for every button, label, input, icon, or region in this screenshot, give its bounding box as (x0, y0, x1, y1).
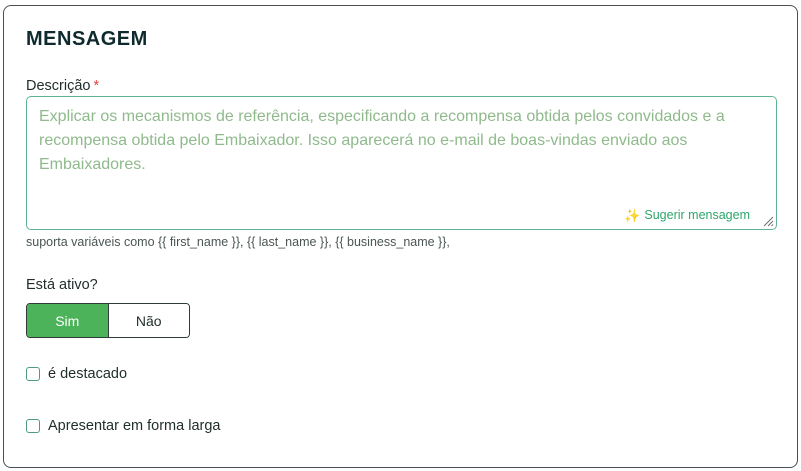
suggest-message-link[interactable]: ✨ Sugerir mensagem (624, 208, 750, 222)
sparkle-icon: ✨ (624, 207, 641, 223)
section-title: MENSAGEM (26, 28, 148, 50)
resize-handle-icon[interactable] (762, 215, 774, 227)
variables-helper-text: suporta variáveis como {{ first_name }},… (26, 235, 450, 249)
featured-checkbox[interactable] (26, 367, 40, 381)
description-label-text: Descrição (26, 78, 91, 94)
required-mark: * (93, 78, 100, 94)
active-yes-button[interactable]: Sim (27, 304, 108, 337)
wide-format-checkbox-row[interactable]: Apresentar em forma larga (26, 418, 220, 434)
description-field: ✨ Sugerir mensagem (26, 96, 777, 230)
featured-checkbox-row[interactable]: é destacado (26, 366, 127, 382)
active-toggle-group: Sim Não (26, 303, 190, 338)
message-card: MENSAGEM Descrição* ✨ Sugerir mensagem s… (3, 5, 798, 468)
active-label: Está ativo? (26, 277, 98, 293)
wide-format-checkbox-label: Apresentar em forma larga (48, 418, 221, 434)
wide-format-checkbox[interactable] (26, 419, 40, 433)
suggest-message-label: Sugerir mensagem (644, 208, 750, 222)
active-no-button[interactable]: Não (107, 304, 189, 337)
featured-checkbox-label: é destacado (48, 366, 128, 382)
description-label: Descrição * (26, 78, 99, 94)
